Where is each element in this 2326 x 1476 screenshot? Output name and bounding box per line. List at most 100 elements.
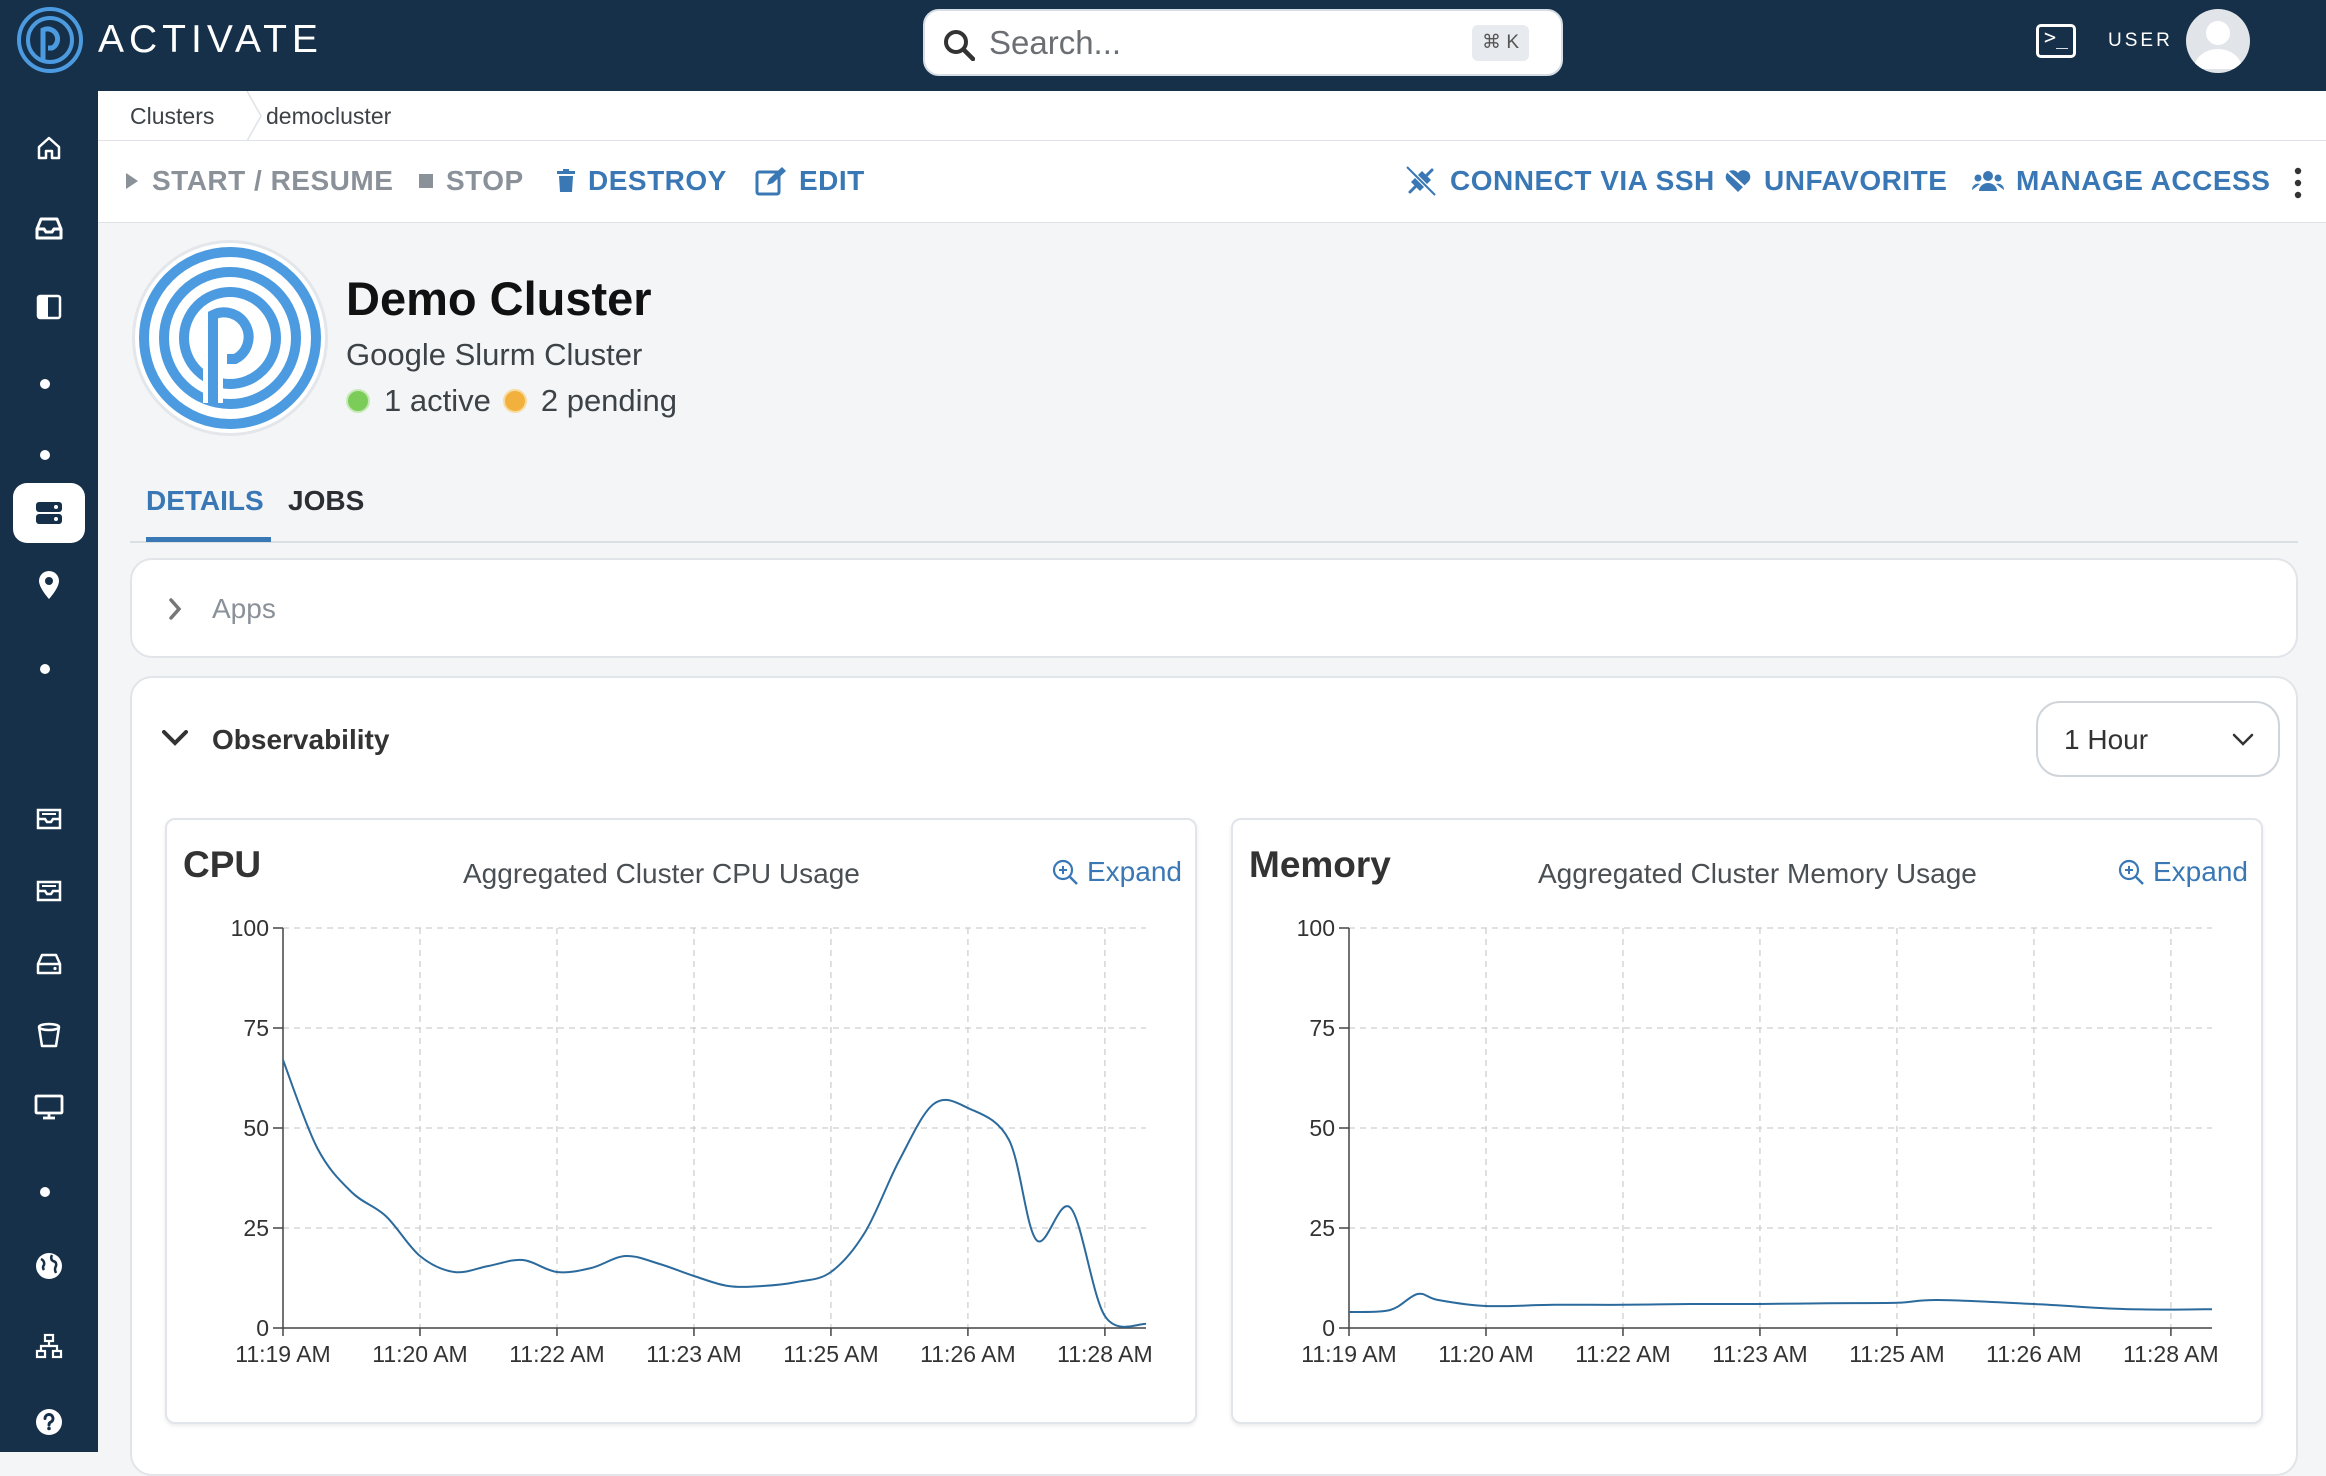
activate-logo-icon	[139, 247, 321, 429]
cpu-y-tick-label: 75	[243, 1015, 269, 1041]
user-label[interactable]: USER	[2108, 30, 2173, 52]
breadcrumb-clusters[interactable]: Clusters	[130, 103, 214, 130]
sidebar-item-network[interactable]	[13, 1236, 85, 1296]
stop-icon	[419, 174, 433, 188]
search-shortcut-hint: ⌘ K	[1472, 25, 1529, 61]
globe-icon	[36, 1253, 62, 1279]
apps-section[interactable]: Apps	[130, 558, 2298, 658]
time-range-value: 1 Hour	[2064, 724, 2149, 755]
memory-chart-card: Memory Aggregated Cluster Memory Usage E…	[1231, 818, 2263, 1424]
cpu-y-tick-label: 50	[243, 1115, 269, 1141]
server-icon	[36, 502, 62, 524]
breadcrumb: Clusters democluster	[98, 91, 2326, 141]
tab-details[interactable]: DETAILS	[146, 485, 264, 517]
connect-ssh-button[interactable]: CONNECT VIA SSH	[1404, 161, 1715, 201]
chevron-down-icon[interactable]	[162, 730, 188, 746]
sidebar-item-home[interactable]	[13, 118, 85, 178]
trash-icon	[557, 169, 575, 192]
action-toolbar: START / RESUME STOP DESTROY EDIT CONNECT…	[98, 141, 2326, 223]
activate-logo-icon[interactable]	[16, 6, 84, 74]
cpu-x-tick-label: 11:25 AM	[783, 1341, 878, 1367]
storage-icon	[36, 880, 62, 902]
cpu-y-tick-label: 100	[231, 915, 269, 941]
cpu-x-tick-label: 11:23 AM	[646, 1341, 741, 1367]
memory-x-tick-label: 11:28 AM	[2123, 1341, 2218, 1367]
user-avatar-icon	[2194, 21, 2242, 69]
sidebar-item-buckets[interactable]	[13, 1005, 85, 1065]
sidebar-item-locations[interactable]	[13, 555, 85, 615]
home-icon	[37, 136, 61, 160]
stop-button[interactable]: STOP	[418, 161, 524, 201]
sidebar-divider-dot	[40, 664, 50, 674]
manage-access-button[interactable]: MANAGE ACCESS	[1972, 161, 2270, 201]
cluster-type: Google Slurm Cluster	[346, 337, 643, 372]
destroy-button[interactable]: DESTROY	[556, 161, 727, 201]
pending-status-dot-icon	[502, 389, 527, 413]
cpu-x-tick-label: 11:19 AM	[235, 1341, 330, 1367]
memory-line-chart: 0 25 50 75 100 11:19 AM 11:20 AM 11:22 AM 11:23 …	[1297, 915, 2219, 1367]
edit-button[interactable]: EDIT	[755, 161, 865, 201]
cpu-x-tick-label: 11:26 AM	[920, 1341, 1015, 1367]
top-navigation-bar: ACTIVATE ⌘ K >_ USER	[0, 0, 2326, 91]
org-chart-icon	[35, 1333, 63, 1359]
observability-section-title[interactable]: Observability	[212, 724, 389, 756]
users-icon	[1972, 171, 2004, 191]
time-range-select[interactable]: 1 Hour	[2036, 701, 2280, 777]
memory-y-tick-label: 100	[1297, 915, 1335, 941]
memory-x-tick-label: 11:22 AM	[1575, 1341, 1670, 1367]
sidebar-divider-dot	[40, 450, 50, 460]
apps-section-title: Apps	[212, 593, 276, 624]
sidebar-item-drives[interactable]	[13, 934, 85, 994]
memory-y-tick-label: 0	[1322, 1315, 1335, 1341]
cpu-series-line	[282, 1059, 1147, 1328]
sidebar-item-clusters[interactable]	[13, 483, 85, 543]
map-pin-icon	[39, 571, 59, 599]
start-resume-button[interactable]: START / RESUME	[124, 161, 393, 201]
search-input[interactable]	[989, 21, 1469, 65]
hard-drive-icon	[36, 953, 62, 975]
unfavorite-button[interactable]: UNFAVORITE	[1724, 161, 1947, 201]
memory-x-tick-label: 11:19 AM	[1301, 1341, 1396, 1367]
pending-count: 2 pending	[540, 383, 678, 418]
active-status-dot-icon	[346, 389, 370, 413]
memory-y-tick-label: 25	[1309, 1215, 1335, 1241]
cpu-x-tick-label: 11:28 AM	[1057, 1341, 1152, 1367]
sidebar-item-storage-1[interactable]	[13, 789, 85, 849]
help-icon	[36, 1409, 62, 1435]
sidebar-item-panels[interactable]	[13, 277, 85, 337]
heart-broken-icon	[1725, 169, 1751, 193]
brand-name: ACTIVATE	[98, 18, 323, 61]
avatar[interactable]	[2186, 9, 2250, 73]
memory-y-tick-label: 75	[1309, 1015, 1335, 1041]
search-box[interactable]: ⌘ K	[923, 9, 1563, 76]
cpu-line-chart: 0 25 50 75 100 11:19 AM 11:20 AM 11:22 AM 11:23 …	[231, 915, 1153, 1367]
sidebar-item-organization[interactable]	[13, 1316, 85, 1376]
cpu-chart-card: CPU Aggregated Cluster CPU Usage Expand …	[165, 818, 1197, 1424]
sidebar-item-inbox[interactable]	[13, 198, 85, 258]
sidebar-item-storage-2[interactable]	[13, 861, 85, 921]
terminal-icon[interactable]: >_	[2036, 24, 2076, 58]
inbox-icon	[35, 217, 63, 240]
sidebar-item-desktops[interactable]	[13, 1077, 85, 1137]
monitor-icon	[34, 1094, 64, 1120]
cluster-status: 1 active 2 pending	[346, 383, 677, 419]
chevron-down-icon	[2232, 733, 2254, 746]
more-options-icon[interactable]	[2292, 163, 2304, 203]
memory-x-tick-label: 11:23 AM	[1712, 1341, 1807, 1367]
tab-bar: DETAILS JOBS	[130, 465, 2298, 543]
plug-icon	[1406, 166, 1436, 196]
edit-icon	[755, 167, 786, 196]
tab-active-indicator	[146, 537, 271, 542]
breadcrumb-democluster: democluster	[266, 103, 392, 129]
memory-x-tick-label: 11:20 AM	[1438, 1341, 1533, 1367]
memory-x-tick-label: 11:25 AM	[1849, 1341, 1944, 1367]
cpu-y-tick-label: 25	[243, 1215, 269, 1241]
tab-jobs[interactable]: JOBS	[288, 485, 364, 517]
sidebar-divider-dot	[40, 1187, 50, 1197]
play-icon	[126, 173, 138, 189]
storage-icon	[36, 808, 62, 830]
sidebar-item-help[interactable]	[13, 1392, 85, 1452]
sidebar-panel-icon	[36, 294, 62, 320]
cluster-logo	[132, 240, 328, 436]
search-icon	[944, 30, 975, 61]
